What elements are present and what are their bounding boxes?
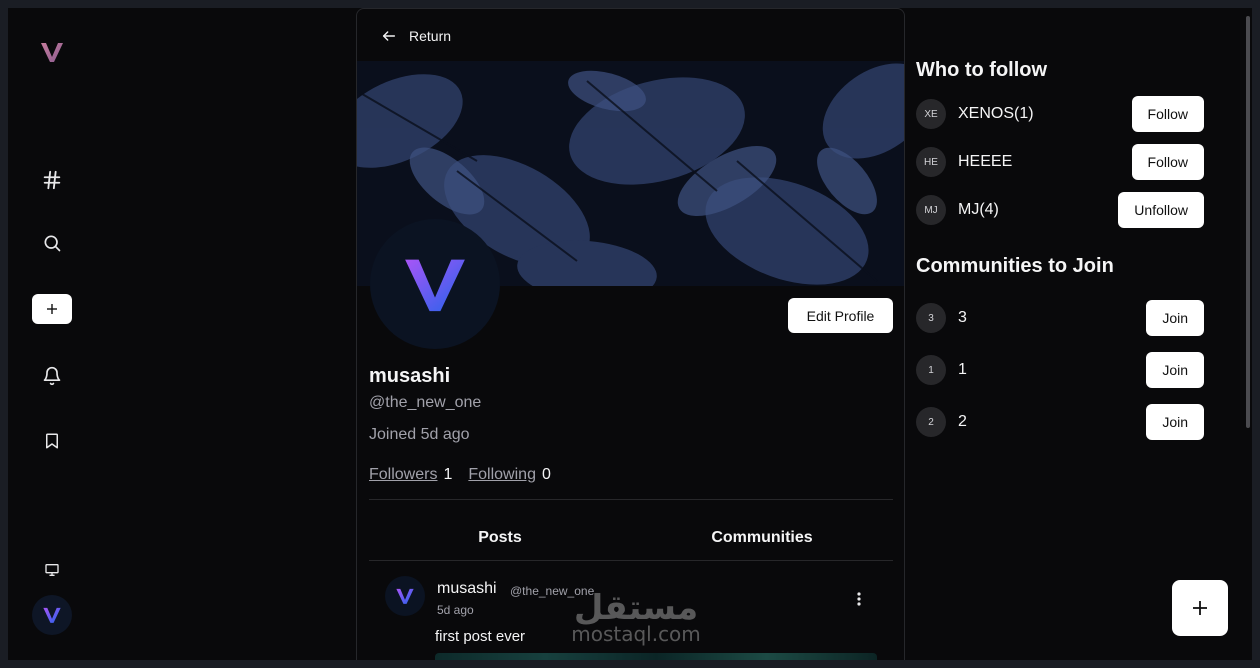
suggested-user-name[interactable]: MJ(4) (958, 201, 1118, 219)
suggested-user: MJ MJ(4) Unfollow (916, 192, 1204, 228)
avatar: XE (916, 99, 946, 129)
user-logo-icon (43, 607, 61, 623)
followers-count: 1 (443, 466, 453, 483)
tab-communities[interactable]: Communities (631, 515, 893, 561)
plus-icon (47, 304, 57, 314)
avatar: 2 (916, 407, 946, 437)
follow-stats: Followers 1 Following 0 (369, 466, 561, 484)
who-to-follow-title: Who to follow (916, 59, 1048, 81)
plus-icon (1193, 601, 1207, 615)
avatar: 1 (916, 355, 946, 385)
post-author-name[interactable]: musashi (437, 580, 497, 598)
return-label: Return (409, 28, 452, 44)
unfollow-button[interactable]: Unfollow (1118, 192, 1204, 228)
create-post-button[interactable] (32, 294, 72, 324)
profile-panel: Return Edit Profile musashi @the_new_one… (356, 8, 905, 660)
join-button[interactable]: Join (1146, 300, 1204, 336)
join-button[interactable]: Join (1146, 352, 1204, 388)
user-handle: @the_new_one (369, 394, 482, 411)
divider (369, 499, 893, 500)
follow-button[interactable]: Follow (1131, 96, 1204, 132)
suggested-user: XE XENOS(1) Follow (916, 96, 1204, 132)
community-item: 1 1 Join (916, 352, 1204, 388)
avatar: MJ (916, 195, 946, 225)
display-name: musashi (369, 365, 451, 387)
profile-tabs: Posts Communities (369, 515, 893, 561)
app-frame: Return Edit Profile musashi @the_new_one… (8, 8, 1252, 660)
edit-profile-button[interactable]: Edit Profile (788, 298, 893, 333)
return-button[interactable]: Return (381, 25, 451, 47)
avatar: 3 (916, 303, 946, 333)
explore-hash-icon[interactable] (32, 160, 72, 200)
arrow-left-icon (382, 31, 396, 41)
follow-button[interactable]: Follow (1131, 144, 1204, 180)
joined-date: Joined 5d ago (369, 426, 470, 443)
profile-logo-icon (405, 259, 465, 312)
join-button[interactable]: Join (1146, 404, 1204, 440)
post-timestamp: 5d ago (437, 603, 474, 617)
followers-link[interactable]: Followers (369, 466, 437, 484)
post-author-handle: @the_new_one (510, 584, 595, 598)
community-name[interactable]: 2 (958, 413, 1146, 431)
suggested-user-name[interactable]: XENOS(1) (958, 105, 1132, 123)
following-count: 0 (541, 466, 551, 483)
community-item: 3 3 Join (916, 300, 1204, 336)
monitor-icon[interactable] (32, 550, 72, 590)
avatar: HE (916, 147, 946, 177)
right-sidebar: Who to follow XE XENOS(1) Follow HE HEEE… (916, 8, 1246, 660)
divider (369, 560, 893, 561)
left-sidebar (8, 8, 96, 660)
post-author-logo-icon (396, 588, 414, 604)
suggested-user-name[interactable]: HEEEE (958, 153, 1132, 171)
tab-posts[interactable]: Posts (369, 515, 631, 561)
avatar[interactable] (32, 595, 72, 635)
post-body: first post ever (435, 628, 526, 645)
community-name[interactable]: 1 (958, 361, 1146, 379)
bell-icon[interactable] (32, 356, 72, 396)
more-options-icon[interactable] (847, 587, 871, 611)
community-name[interactable]: 3 (958, 309, 1146, 327)
community-item: 2 2 Join (916, 404, 1204, 440)
profile-avatar (370, 219, 500, 349)
post-author-avatar[interactable] (385, 576, 425, 616)
suggested-user: HE HEEEE Follow (916, 144, 1204, 180)
floating-add-button[interactable] (1172, 580, 1228, 636)
search-icon[interactable] (32, 223, 72, 263)
following-link[interactable]: Following (468, 466, 536, 484)
bookmark-icon[interactable] (32, 421, 72, 461)
logo-icon[interactable] (38, 38, 66, 66)
scrollbar[interactable] (1246, 16, 1250, 428)
post-image[interactable] (435, 653, 877, 660)
communities-title: Communities to Join (916, 255, 1114, 277)
